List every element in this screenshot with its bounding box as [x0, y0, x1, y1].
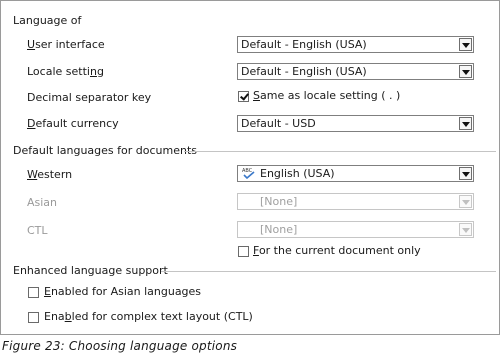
default-currency-text: efault currency	[35, 117, 119, 130]
western-value: English (USA)	[260, 167, 335, 180]
locale-setting-label-pre: Locale setti	[27, 65, 90, 78]
default-currency-label: Default currency	[27, 117, 119, 130]
asian-label: Asian	[27, 196, 58, 209]
chevron-down-icon[interactable]	[459, 65, 472, 78]
locale-setting-label-mnemonic: n	[89, 65, 97, 78]
section-separator	[184, 151, 496, 152]
user-interface-label: User interface	[27, 38, 105, 51]
chevron-down-icon[interactable]	[459, 223, 472, 236]
locale-setting-label-rest: g	[96, 65, 104, 78]
asian-value: [None]	[260, 195, 298, 208]
current-document-only-text: or the current document only	[258, 244, 421, 257]
ctl-value: [None]	[260, 223, 298, 236]
spellcheck-abc-icon: ABC	[242, 168, 255, 179]
same-as-locale-text: ame as locale setting ( . )	[259, 89, 401, 102]
section-title-enhanced: Enhanced language support	[13, 264, 168, 277]
section-title-default-languages: Default languages for documents	[13, 144, 197, 157]
locale-setting-label: Locale setting	[27, 65, 104, 78]
asian-combo[interactable]: [None]	[237, 193, 474, 210]
same-as-locale-checkbox[interactable]	[238, 91, 249, 102]
enable-asian-label: Enabled for Asian languages	[44, 285, 201, 298]
chevron-down-icon[interactable]	[459, 38, 472, 51]
ctl-combo[interactable]: [None]	[237, 221, 474, 238]
enable-ctl-mnemonic: b	[64, 310, 72, 323]
enable-asian-mnemonic: E	[44, 285, 51, 298]
enable-asian-text: nabled for Asian languages	[50, 285, 202, 298]
user-interface-value: Default - English (USA)	[241, 38, 367, 51]
current-document-only-checkbox[interactable]	[238, 246, 249, 257]
western-text: estern	[37, 168, 73, 181]
enable-ctl-checkbox[interactable]	[28, 312, 39, 323]
ctl-label: CTL	[27, 224, 48, 237]
language-settings-panel: Language of User interface Default - Eng…	[0, 0, 500, 335]
locale-setting-value: Default - English (USA)	[241, 65, 367, 78]
enable-ctl-label: Enabled for complex text layout (CTL)	[44, 310, 253, 323]
western-mnemonic: W	[27, 168, 38, 181]
user-interface-label-text: ser interface	[35, 38, 105, 51]
western-label: Western	[27, 168, 72, 181]
default-currency-value: Default - USD	[241, 117, 316, 130]
user-interface-label-mnemonic: U	[27, 38, 36, 51]
user-interface-combo[interactable]: Default - English (USA)	[237, 36, 474, 53]
section-separator	[161, 271, 496, 272]
western-combo[interactable]: ABC English (USA)	[237, 165, 474, 182]
chevron-down-icon[interactable]	[459, 195, 472, 208]
figure-caption: Figure 23: Choosing language options	[2, 339, 238, 353]
chevron-down-icon[interactable]	[459, 167, 472, 180]
locale-setting-combo[interactable]: Default - English (USA)	[237, 63, 474, 80]
svg-text:ABC: ABC	[242, 168, 253, 174]
same-as-locale-label: Same as locale setting ( . )	[253, 89, 400, 102]
decimal-separator-label: Decimal separator key	[27, 91, 152, 104]
same-as-locale-mnemonic: S	[253, 89, 260, 102]
enable-ctl-text: led for complex text layout (CTL)	[71, 310, 253, 323]
enable-ctl-pre: Ena	[44, 310, 65, 323]
section-title-language-of: Language of	[13, 14, 82, 27]
enable-asian-checkbox[interactable]	[28, 287, 39, 298]
chevron-down-icon[interactable]	[459, 117, 472, 130]
current-document-only-label: For the current document only	[253, 244, 421, 257]
default-currency-combo[interactable]: Default - USD	[237, 115, 474, 132]
